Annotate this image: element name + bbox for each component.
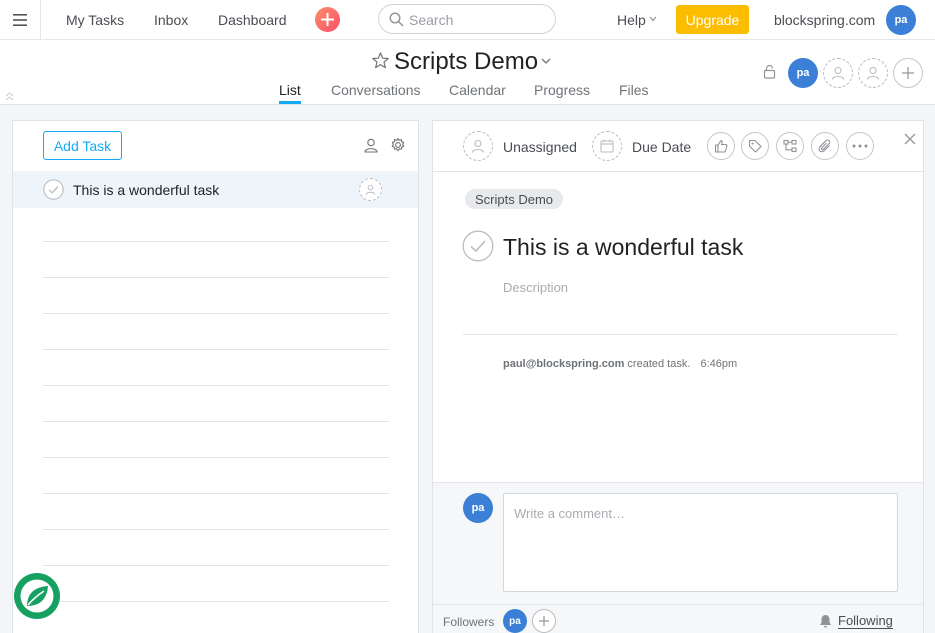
bell-icon (819, 614, 832, 628)
add-task-button[interactable]: Add Task (43, 131, 122, 160)
member-avatar[interactable]: pa (788, 58, 818, 88)
plus-icon (539, 616, 549, 626)
tab-calendar[interactable]: Calendar (449, 82, 506, 98)
tag-button[interactable] (741, 132, 769, 160)
like-button[interactable] (707, 132, 735, 160)
empty-row-divider (43, 457, 389, 458)
plus-icon (321, 13, 334, 26)
description-divider (463, 334, 898, 335)
empty-row-divider (43, 421, 389, 422)
close-icon[interactable] (904, 133, 916, 145)
empty-row-divider (43, 313, 389, 314)
nav-inbox[interactable]: Inbox (154, 12, 188, 28)
search-icon (389, 12, 404, 27)
project-menu-chevron-icon[interactable] (541, 58, 551, 65)
workspace-name[interactable]: blockspring.com (774, 12, 875, 28)
empty-row-divider (43, 385, 389, 386)
following-label: Following (838, 613, 893, 629)
comment-area: pa Write a comment… Followers pa Followi… (433, 482, 923, 633)
tab-list[interactable]: List (279, 82, 301, 98)
person-icon (365, 184, 376, 195)
more-options-button[interactable] (846, 132, 874, 160)
empty-row-divider (43, 277, 389, 278)
project-tag[interactable]: Scripts Demo (465, 189, 564, 209)
assignee-selector[interactable] (463, 131, 493, 161)
complete-check-icon[interactable] (462, 230, 494, 262)
star-icon[interactable] (372, 52, 389, 69)
project-title[interactable]: Scripts Demo (394, 48, 538, 76)
description-field[interactable]: Description (503, 280, 568, 295)
empty-row-divider (43, 493, 389, 494)
paperclip-icon (818, 139, 832, 153)
task-detail-panel: Unassigned Due Date Scripts Demo This is… (432, 120, 924, 633)
help-label: Help (617, 12, 646, 28)
ellipsis-icon (852, 144, 868, 148)
empty-row-divider (43, 241, 389, 242)
activity-action: created task. (627, 358, 691, 370)
search-box[interactable] (378, 4, 556, 34)
tab-progress[interactable]: Progress (534, 82, 590, 98)
activity-user[interactable]: paul@blockspring.com (503, 358, 624, 370)
add-member-slot[interactable] (858, 58, 888, 88)
activity-entry: paul@blockspring.com created task. 6:46p… (503, 358, 737, 370)
assignee-label[interactable]: Unassigned (503, 139, 577, 155)
complete-check-icon[interactable] (43, 179, 64, 200)
person-icon (831, 66, 845, 80)
followers-label: Followers (443, 615, 495, 629)
subtask-button[interactable] (776, 132, 804, 160)
task-assignee-slot[interactable] (359, 178, 382, 201)
task-title[interactable]: This is a wonderful task (503, 234, 743, 261)
hamburger-icon (13, 14, 27, 26)
project-header: Scripts Demo List Conversations Calendar… (0, 40, 935, 105)
add-member-button[interactable] (893, 58, 923, 88)
search-input[interactable] (409, 11, 549, 29)
gear-icon[interactable] (390, 137, 406, 153)
nav-my-tasks[interactable]: My Tasks (66, 12, 124, 28)
empty-row-divider (43, 601, 389, 602)
add-member-slot[interactable] (823, 58, 853, 88)
collapse-arrows-icon[interactable] (5, 92, 14, 101)
person-icon (471, 139, 485, 153)
due-date-label[interactable]: Due Date (632, 139, 691, 155)
task-list-panel: Add Task This is a wonderful task (12, 120, 419, 633)
leaf-logo[interactable] (14, 573, 60, 619)
following-toggle[interactable]: Following (819, 613, 893, 629)
empty-row-divider (43, 349, 389, 350)
tab-conversations[interactable]: Conversations (331, 82, 421, 98)
quick-add-button[interactable] (315, 7, 340, 32)
upgrade-button[interactable]: Upgrade (676, 5, 749, 34)
calendar-icon (600, 139, 614, 153)
attachment-button[interactable] (811, 132, 839, 160)
task-name[interactable]: This is a wonderful task (73, 182, 219, 198)
hamburger-menu-button[interactable] (0, 0, 41, 40)
empty-row-divider (43, 529, 389, 530)
lock-icon[interactable] (763, 64, 776, 79)
help-menu[interactable]: Help (617, 12, 646, 28)
chevron-down-icon (649, 16, 657, 22)
plus-icon (902, 67, 914, 79)
leaf-icon (17, 576, 57, 616)
follower-avatar[interactable]: pa (503, 609, 527, 633)
thumbs-up-icon (714, 139, 728, 153)
tag-icon (748, 139, 762, 153)
empty-row-divider (43, 565, 389, 566)
task-row[interactable]: This is a wonderful task (13, 171, 418, 208)
due-date-selector[interactable] (592, 131, 622, 161)
subtask-icon (783, 139, 797, 153)
user-avatar[interactable]: pa (886, 5, 916, 35)
toolbar-divider (433, 171, 923, 172)
top-bar: My Tasks Inbox Dashboard Help Upgrade bl… (0, 0, 935, 40)
commenter-avatar: pa (463, 493, 493, 523)
tab-files[interactable]: Files (619, 82, 649, 98)
person-icon (866, 66, 880, 80)
followers-divider (433, 604, 923, 605)
active-tab-underline (279, 101, 301, 104)
add-follower-button[interactable] (532, 609, 556, 633)
person-icon[interactable] (364, 138, 378, 153)
nav-dashboard[interactable]: Dashboard (218, 12, 287, 28)
comment-input[interactable]: Write a comment… (503, 493, 898, 592)
activity-time: 6:46pm (700, 358, 738, 370)
